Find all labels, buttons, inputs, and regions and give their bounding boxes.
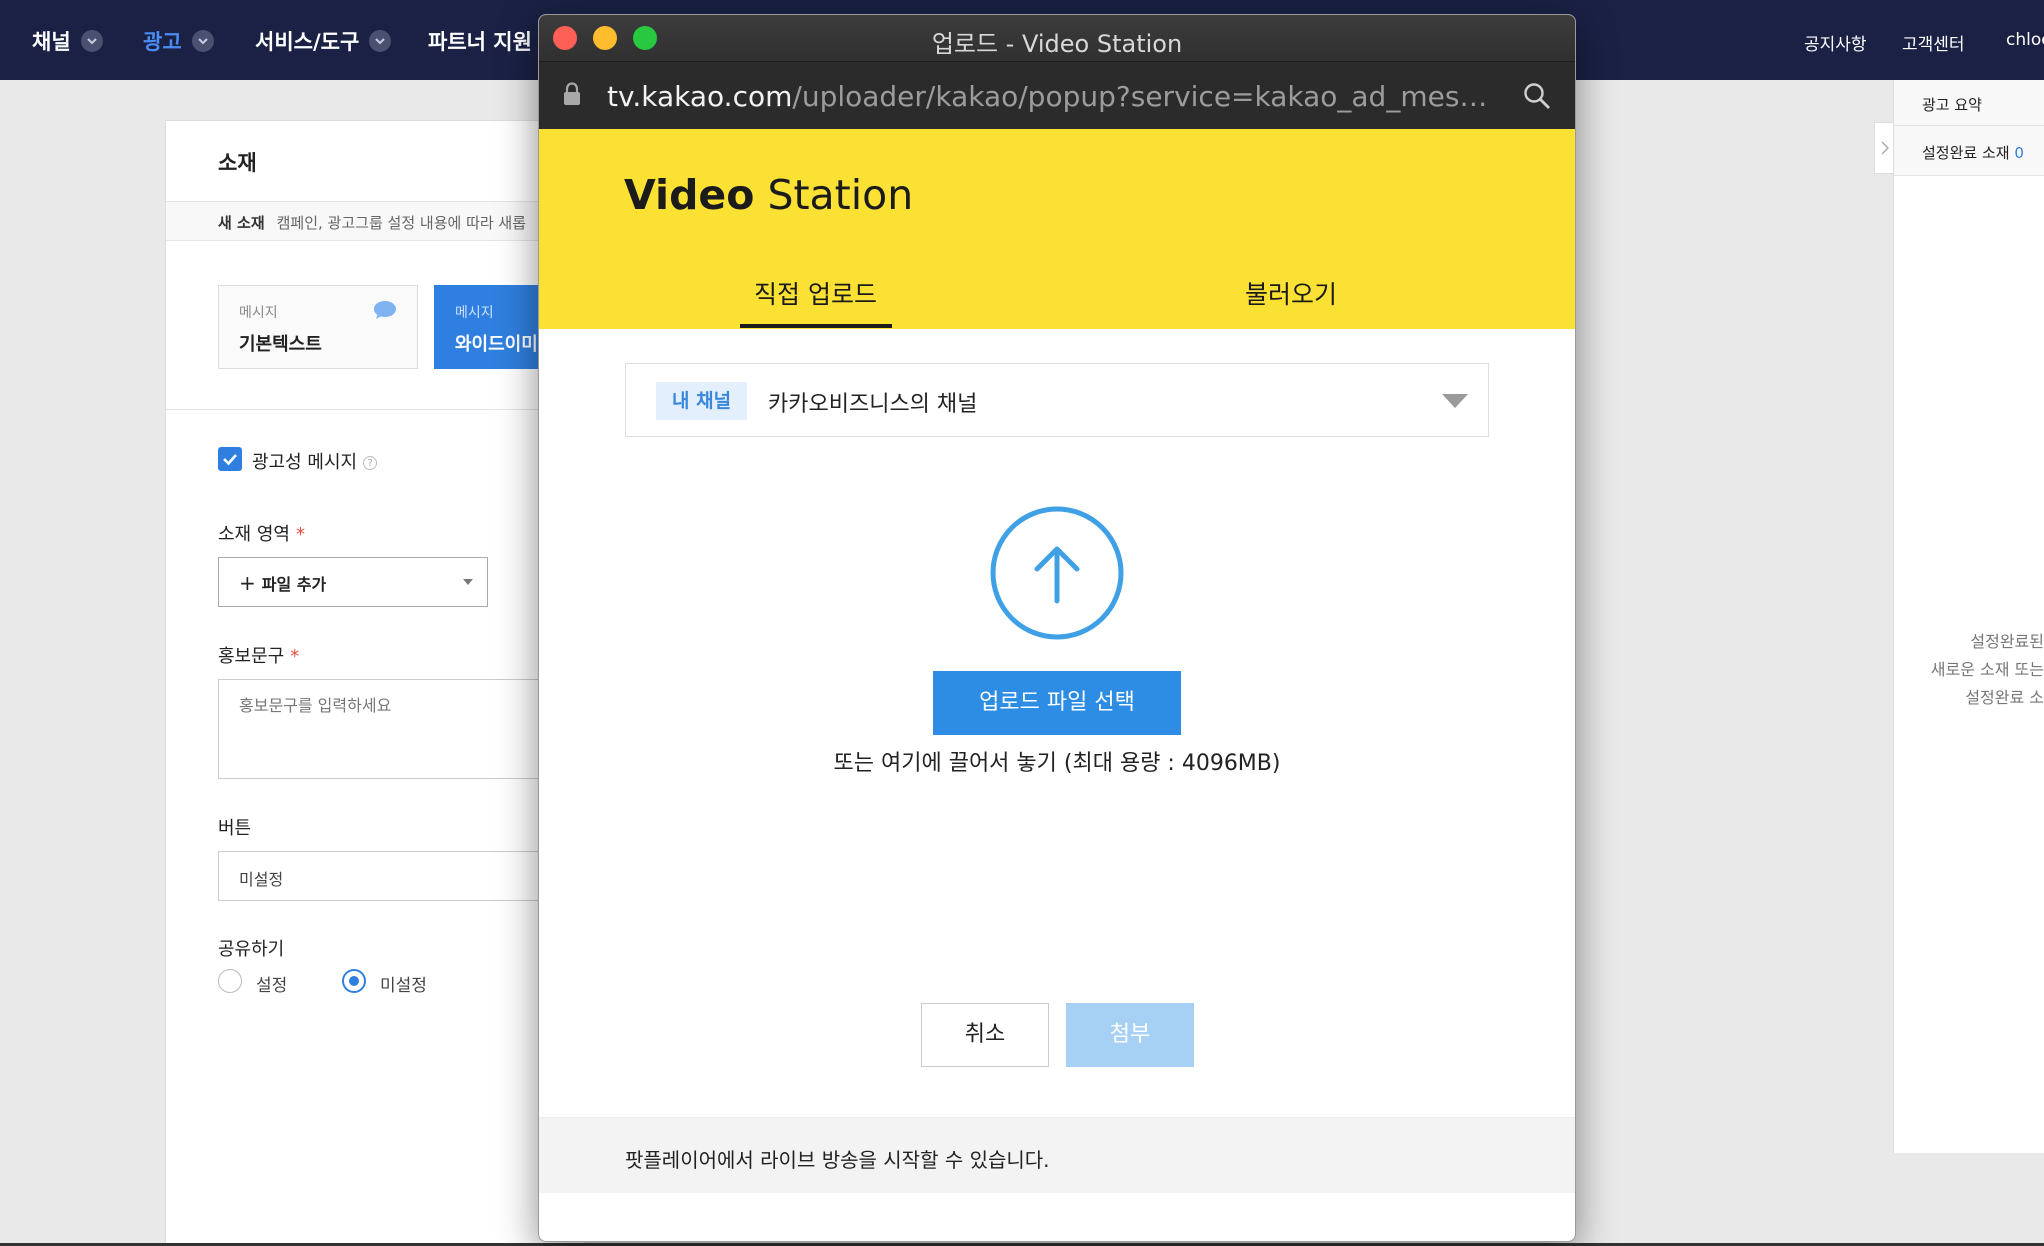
channel-name: 카카오비즈니스의 채널 bbox=[768, 392, 978, 417]
nav-item-label: 파트너 지원 bbox=[428, 30, 532, 54]
active-tab-indicator bbox=[740, 324, 892, 328]
panel-subheader: 새 소재 캠페인, 광고그룹 설정 내용에 따라 새롭 bbox=[166, 201, 584, 241]
lock-icon bbox=[564, 82, 580, 105]
promo-text-placeholder: 홍보문구를 입력하세요 bbox=[239, 696, 392, 715]
nav-item-services-tools[interactable]: 서비스/도구 bbox=[255, 26, 392, 56]
chevron-right-icon bbox=[1880, 141, 1889, 155]
divider bbox=[166, 409, 584, 410]
nav-item-ads[interactable]: 광고 bbox=[143, 26, 214, 56]
video-station-logo: Video Station bbox=[624, 171, 913, 219]
chat-bubble-icon bbox=[374, 301, 396, 319]
creative-area-text: 소재 영역 bbox=[218, 524, 290, 545]
chevron-down-icon bbox=[80, 30, 103, 52]
upload-arrow-icon bbox=[990, 506, 1124, 640]
my-channel-badge: 내 채널 bbox=[656, 382, 748, 420]
logo-light: Station bbox=[767, 171, 914, 219]
nav-item-label: 채널 bbox=[32, 30, 71, 54]
window-title: 업로드 - Video Station bbox=[931, 30, 1183, 58]
share-radio-off-label: 미설정 bbox=[380, 976, 427, 996]
button-field-label: 버튼 bbox=[218, 818, 252, 839]
caret-down-icon bbox=[1442, 394, 1468, 408]
tab-direct-upload[interactable]: 직접 업로드 bbox=[754, 275, 877, 311]
type-card-name: 기본텍스트 bbox=[239, 334, 322, 355]
empty-message-line: 설정완료 소 bbox=[1965, 688, 2044, 707]
ad-message-checkbox[interactable] bbox=[218, 447, 242, 471]
ad-message-label: 광고성 메시지? bbox=[252, 448, 378, 474]
channel-select[interactable]: 내 채널 카카오비즈니스의 채널 bbox=[625, 363, 1489, 437]
empty-message-line: 설정완료된 bbox=[1970, 632, 2044, 651]
sidebar-collapse-toggle[interactable] bbox=[1874, 122, 1894, 174]
required-mark: * bbox=[295, 524, 305, 545]
popup-footer: 팟플레이어에서 라이브 방송을 시작할 수 있습니다. bbox=[539, 1117, 1575, 1193]
url-path: /uploader/kakao/popup?service=kakao_ad_m… bbox=[792, 80, 1497, 113]
type-card-basic-text[interactable]: 메시지 기본텍스트 bbox=[218, 285, 418, 369]
button-select-value: 미설정 bbox=[239, 870, 284, 889]
user-menu[interactable]: chloe bbox=[2006, 30, 2044, 50]
nav-item-partner-support[interactable]: 파트너 지원 bbox=[428, 26, 532, 56]
share-radio-off[interactable] bbox=[342, 969, 366, 993]
creative-area-label: 소재 영역 * bbox=[218, 520, 305, 546]
select-upload-file-button[interactable]: 업로드 파일 선택 bbox=[933, 671, 1181, 735]
support-link[interactable]: 고객센터 bbox=[1902, 30, 1965, 55]
attach-button[interactable]: 첨부 bbox=[1066, 1003, 1194, 1067]
empty-message-line: 새로운 소재 또는 bbox=[1930, 660, 2044, 679]
creative-panel: 소재 새 소재 캠페인, 광고그룹 설정 내용에 따라 새롭 메시지 기본텍스트 … bbox=[165, 120, 634, 1246]
caret-down-icon bbox=[463, 579, 473, 585]
nav-item-channel[interactable]: 채널 bbox=[32, 26, 103, 56]
share-radio-on[interactable] bbox=[218, 969, 242, 993]
ad-summary-sidebar: 광고 요약 설정완료 소재 0 설정완료된 새로운 소재 또는 설정완료 소 bbox=[1893, 80, 2044, 1153]
promo-text-label: 홍보문구 * bbox=[218, 642, 299, 668]
checkmark-icon bbox=[223, 454, 237, 466]
required-mark: * bbox=[290, 646, 300, 667]
plus-icon: + bbox=[239, 571, 256, 595]
cancel-button[interactable]: 취소 bbox=[921, 1003, 1049, 1067]
address-bar[interactable]: tv.kakao.com/uploader/kakao/popup?servic… bbox=[539, 61, 1575, 129]
completed-creatives-count: 0 bbox=[2014, 144, 2024, 162]
share-label: 공유하기 bbox=[218, 939, 285, 960]
panel-sub-text: 캠페인, 광고그룹 설정 내용에 따라 새롭 bbox=[276, 214, 527, 232]
url-text[interactable]: tv.kakao.com/uploader/kakao/popup?servic… bbox=[607, 80, 1497, 113]
nav-item-label: 서비스/도구 bbox=[255, 30, 360, 54]
ad-message-text: 광고성 메시지 bbox=[252, 452, 358, 473]
completed-creatives-label: 설정완료 소재 bbox=[1922, 144, 2010, 162]
ad-summary-title: 광고 요약 bbox=[1894, 80, 2044, 126]
chevron-down-icon bbox=[369, 30, 392, 52]
notice-link[interactable]: 공지사항 bbox=[1804, 30, 1867, 55]
promo-text-label-text: 홍보문구 bbox=[218, 646, 285, 667]
completed-creatives-item[interactable]: 설정완료 소재 0 bbox=[1894, 126, 2044, 176]
footer-text: 팟플레이어에서 라이브 방송을 시작할 수 있습니다. bbox=[625, 1148, 1050, 1172]
upload-popup-window: 업로드 - Video Station tv.kakao.com/uploade… bbox=[538, 14, 1576, 1242]
add-file-select[interactable]: + 파일 추가 bbox=[218, 557, 488, 607]
chevron-down-icon bbox=[191, 30, 214, 52]
panel-title: 소재 bbox=[218, 151, 257, 175]
nav-item-label: 광고 bbox=[143, 30, 182, 54]
tab-import[interactable]: 불러오기 bbox=[1245, 275, 1337, 311]
help-icon[interactable]: ? bbox=[363, 456, 378, 470]
new-creative-label: 새 소재 bbox=[218, 214, 265, 232]
logo-bold: Video bbox=[624, 171, 755, 219]
url-host: tv.kakao.com bbox=[607, 80, 793, 113]
share-radio-on-label: 설정 bbox=[256, 976, 288, 996]
window-titlebar: 업로드 - Video Station bbox=[539, 15, 1575, 61]
search-icon[interactable] bbox=[1523, 82, 1551, 110]
add-file-label: 파일 추가 bbox=[261, 575, 327, 594]
video-station-header: Video Station 직접 업로드 불러오기 bbox=[539, 129, 1575, 329]
drag-drop-hint: 또는 여기에 끌어서 놓기 (최대 용량 : 4096MB) bbox=[833, 751, 1281, 776]
